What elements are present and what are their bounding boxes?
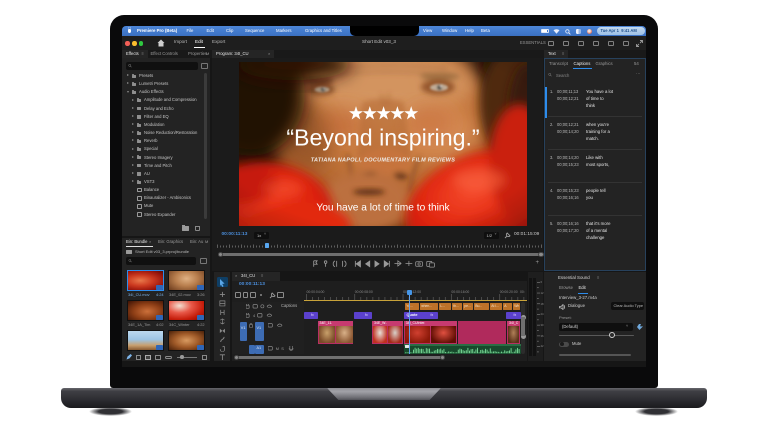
svg-text:You have a lot of time to thin: You have a lot of time to think	[316, 203, 450, 214]
svg-text:S: S	[281, 346, 284, 351]
svg-text:“Beyond inspiring.”: “Beyond inspiring.”	[286, 125, 479, 151]
svg-text:M: M	[276, 346, 279, 351]
svg-text:4: 4	[253, 313, 256, 318]
svg-text:TATIANA NAPOLI, DOCUMENTARY FI: TATIANA NAPOLI, DOCUMENTARY FILM REVIEWS	[311, 158, 456, 164]
